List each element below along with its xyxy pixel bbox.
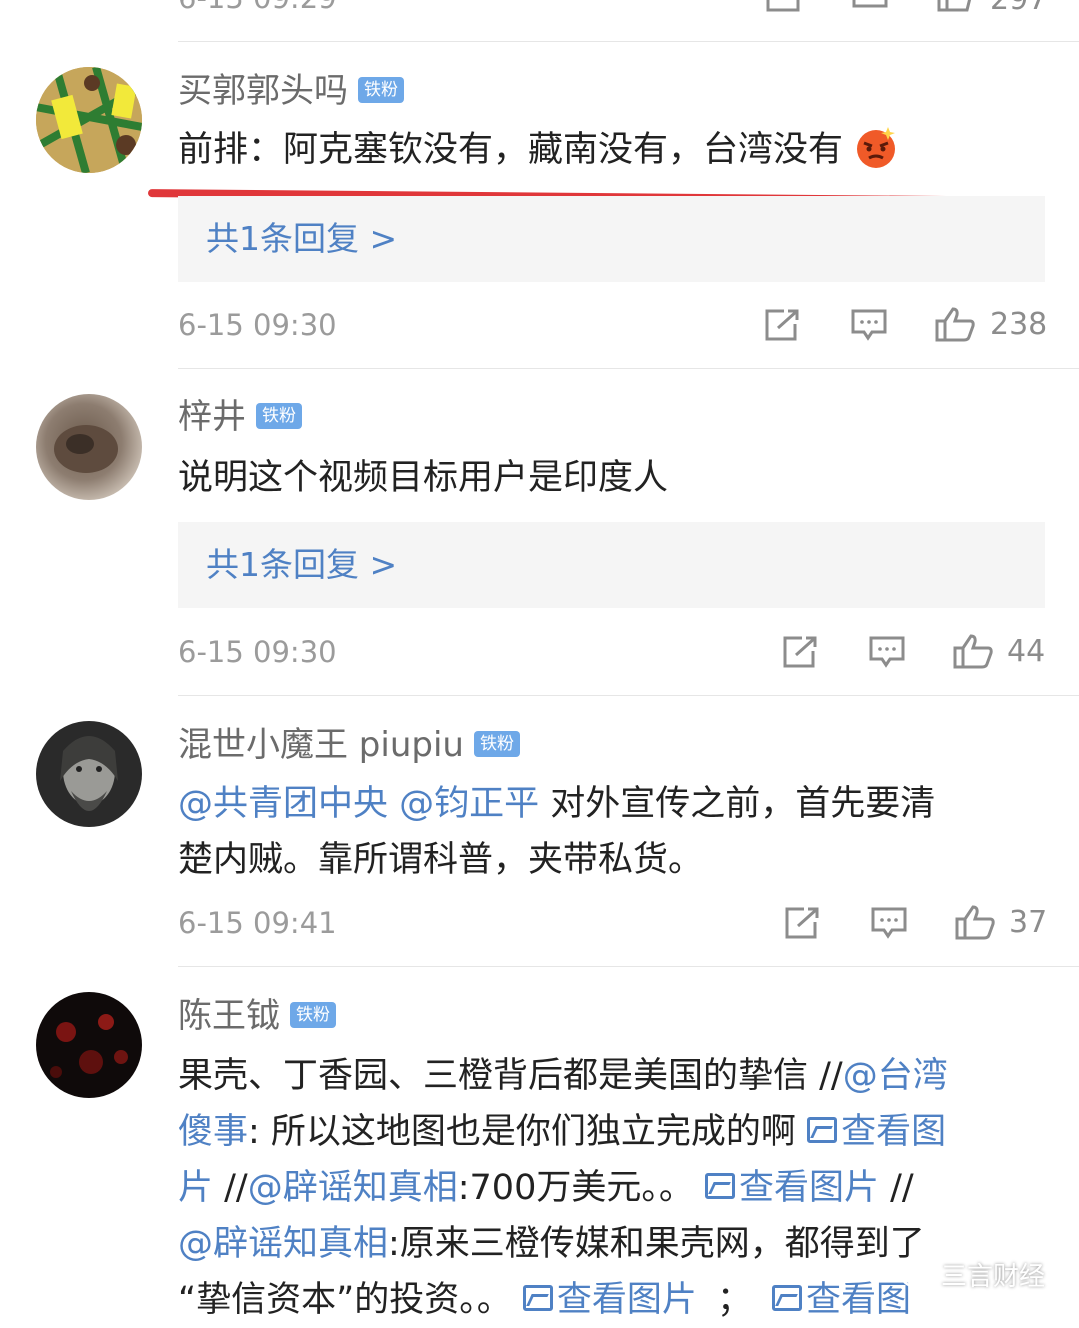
mention-link[interactable]: @辟谣知真相: [178, 1224, 388, 1264]
comment-text-segment: 果壳、丁香园、三橙背后都是美国的挚信 //: [178, 1056, 843, 1096]
comment-time: 6-15 09:41: [178, 906, 337, 940]
comment-icon[interactable]: [850, 308, 888, 342]
image-icon: [807, 1117, 838, 1143]
comment-text-line: @共青团中央 @钧正平 对外宣传之前，首先要清: [178, 776, 935, 832]
comment-text-segment: “挚信资本”的投资。。: [178, 1280, 523, 1320]
username[interactable]: 混世小魔王 piupiu 铁粉: [178, 725, 520, 765]
mention-link[interactable]: @共青团中央: [178, 784, 388, 824]
view-image-label[interactable]: 查看图: [806, 1280, 911, 1320]
avatar[interactable]: [36, 394, 142, 500]
share-icon[interactable]: [784, 906, 822, 940]
like-count: 238: [990, 307, 1048, 342]
comment-time: 6-15 09:30: [178, 308, 337, 342]
comment-text-segment: :700万美元。。: [457, 1168, 705, 1208]
share-icon[interactable]: [782, 635, 820, 669]
comment-text: 说明这个视频目标用户是印度人: [178, 458, 669, 498]
divider: [178, 41, 1079, 42]
share-icon[interactable]: [766, 0, 802, 14]
fan-badge: 铁粉: [473, 730, 520, 757]
like-icon[interactable]: [934, 306, 976, 344]
comment-time: 6-15 09:30: [178, 635, 337, 669]
comment-text-segment: : 所以这地图也是你们独立完成的啊: [248, 1112, 808, 1152]
comment-text-segment: :原来三橙传媒和果壳网，都得到了: [388, 1224, 925, 1264]
like-icon[interactable]: [952, 633, 994, 671]
image-icon: [522, 1285, 553, 1311]
comment-text-line: 片 //@辟谣知真相:700万美元。。 查看图片 //: [178, 1160, 914, 1216]
avatar[interactable]: [36, 992, 142, 1098]
like-icon[interactable]: [954, 904, 996, 942]
avatar-image: [36, 721, 142, 827]
avatar-image: [36, 992, 142, 1098]
username[interactable]: 梓井 铁粉: [178, 397, 302, 437]
username[interactable]: 陈王钺 铁粉: [178, 996, 336, 1036]
mention-link[interactable]: @台湾: [843, 1056, 948, 1096]
view-image-label[interactable]: 查看图: [841, 1112, 946, 1152]
view-image-link[interactable]: 查看图: [807, 1112, 946, 1152]
comment-text-body: 前排：阿克塞钦没有，藏南没有，台湾没有: [178, 130, 844, 170]
divider: [178, 368, 1079, 369]
username-text[interactable]: 买郭郭头吗: [178, 71, 348, 111]
like-icon[interactable]: [935, 0, 975, 14]
image-icon: [771, 1285, 802, 1311]
mention-link[interactable]: @辟谣知真相: [248, 1168, 458, 1208]
wechat-icon: [900, 1264, 936, 1290]
view-image-link[interactable]: 查看图片: [704, 1168, 879, 1208]
comment-icon[interactable]: [870, 906, 908, 940]
comment-icon[interactable]: [852, 0, 888, 14]
watermark: 三言财经: [900, 1256, 1045, 1293]
comment-text-line: 果壳、丁香园、三橙背后都是美国的挚信 //@台湾: [178, 1048, 948, 1104]
avatar[interactable]: [36, 721, 142, 827]
username-text[interactable]: 混世小魔王 piupiu: [178, 725, 464, 765]
fan-badge: 铁粉: [256, 402, 302, 429]
comment-text-segment: ；: [716, 1280, 752, 1320]
comment-text-segment: //: [213, 1168, 248, 1208]
comment-text-line: 傻事: 所以这地图也是你们独立完成的啊 查看图: [178, 1104, 946, 1160]
reply-box[interactable]: 共1条回复 >: [178, 522, 1045, 608]
username-text[interactable]: 陈王钺: [178, 996, 280, 1036]
mention-link[interactable]: @钧正平: [399, 784, 539, 824]
comment-text-line: @辟谣知真相:原来三橙传媒和果壳网，都得到了: [178, 1216, 925, 1272]
comment-icon[interactable]: [868, 635, 906, 669]
fan-badge: 铁粉: [358, 76, 404, 103]
reply-box[interactable]: 共1条回复 >: [178, 196, 1045, 282]
reply-link[interactable]: 共1条回复 >: [206, 196, 397, 282]
angry-face-icon: [857, 127, 896, 168]
view-image-label[interactable]: 查看图片: [739, 1168, 879, 1208]
view-image-link[interactable]: 片: [178, 1168, 213, 1208]
comment-text-line: “挚信资本”的投资。。 查看图片 ； 查看图: [178, 1272, 911, 1328]
avatar[interactable]: [36, 67, 142, 173]
username[interactable]: 买郭郭头吗 铁粉: [178, 71, 404, 111]
mention-link[interactable]: 傻事: [178, 1112, 248, 1152]
watermark-text: 三言财经: [940, 1262, 1045, 1292]
divider: [178, 966, 1079, 967]
comment-text-line: 楚内贼。靠所谓科普，夹带私货。: [178, 840, 704, 880]
like-count: 44: [1007, 634, 1046, 669]
image-icon: [704, 1173, 735, 1199]
view-image-link[interactable]: 查看图片: [522, 1280, 697, 1320]
like-count: 37: [1009, 905, 1048, 940]
view-image-link[interactable]: 查看图: [771, 1280, 911, 1320]
share-icon[interactable]: [764, 308, 802, 342]
comment-text: 前排：阿克塞钦没有，藏南没有，台湾没有: [178, 122, 898, 178]
comment-text-segment: //: [879, 1168, 914, 1208]
comment-time: 6-15 09:29: [178, 0, 337, 18]
comment-text-segment: 对外宣传之前，首先要清: [539, 784, 936, 824]
avatar-image: [36, 67, 142, 173]
avatar-image: [36, 394, 142, 500]
divider: [178, 695, 1079, 696]
reply-link[interactable]: 共1条回复 >: [206, 522, 397, 608]
view-image-label[interactable]: 查看图片: [557, 1280, 697, 1320]
fan-badge: 铁粉: [290, 1001, 336, 1028]
username-text[interactable]: 梓井: [178, 397, 246, 437]
like-count: 297: [990, 0, 1047, 20]
